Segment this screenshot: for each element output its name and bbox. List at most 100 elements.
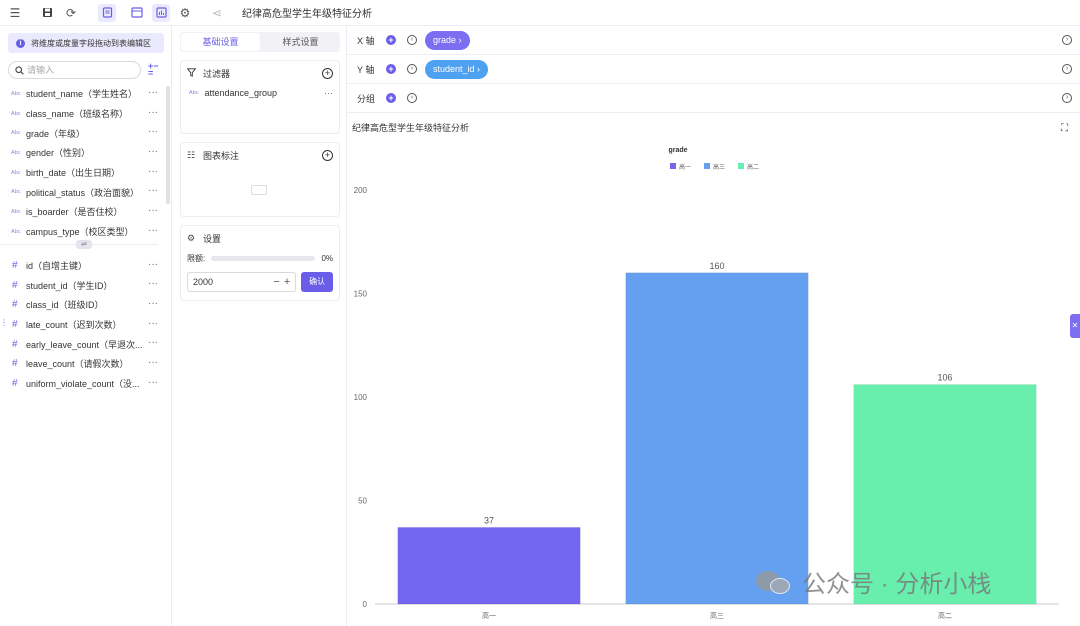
field-item[interactable]: Abc campus_type（校区类型） ··· xyxy=(0,222,166,242)
settings-title: 设置 xyxy=(203,234,222,244)
group-row: 分组 + ‹ › xyxy=(347,84,1080,113)
text-type-icon: Abc xyxy=(11,208,21,215)
chart-icon[interactable] xyxy=(152,3,170,22)
text-type-icon: Abc xyxy=(11,90,21,97)
more-icon[interactable]: ··· xyxy=(148,298,158,309)
field-search[interactable] xyxy=(8,61,141,79)
field-item[interactable]: # late_count（迟到次数） ··· xyxy=(0,315,166,335)
field-item[interactable]: # leave_count（请假次数） ··· xyxy=(0,354,166,374)
field-item[interactable]: Abc grade（年级） ··· xyxy=(0,123,166,143)
limit-number-input[interactable]: 2000 − + xyxy=(187,272,297,292)
legend-swatch xyxy=(738,163,744,169)
more-icon[interactable]: ··· xyxy=(148,259,158,270)
field-item[interactable]: # id（自增主键） ··· xyxy=(0,256,166,276)
more-icon[interactable]: ··· xyxy=(148,357,158,368)
field-label: id（自增主键） xyxy=(26,260,88,271)
collapse-left-icon[interactable]: ‹ xyxy=(407,35,417,45)
legend-swatch xyxy=(704,163,710,169)
more-icon[interactable]: ··· xyxy=(324,88,333,98)
field-item[interactable]: # class_id（班级ID） ··· xyxy=(0,295,166,315)
more-icon[interactable]: ··· xyxy=(148,146,158,157)
decrement-button[interactable]: − xyxy=(273,276,279,288)
resize-handle-icon[interactable]: ⋮ xyxy=(0,318,8,327)
data-label: 160 xyxy=(709,261,724,271)
limit-input-row: 2000 − + 确认 xyxy=(187,272,333,292)
field-label: early_leave_count（早退次... xyxy=(26,339,143,350)
settings-icon[interactable]: ⚙ xyxy=(176,4,194,22)
field-label: student_name（学生姓名） xyxy=(26,89,138,100)
swap-icon[interactable]: ⇌ xyxy=(76,239,92,249)
expand-right-icon[interactable]: › xyxy=(1062,64,1072,74)
number-type-icon: # xyxy=(12,279,18,291)
bar xyxy=(625,272,809,605)
text-type-icon: Abc xyxy=(11,149,21,156)
add-group-field-icon[interactable]: + xyxy=(386,93,396,103)
sort-icon[interactable]: +− = xyxy=(148,62,159,78)
tab-style-settings[interactable]: 样式设置 xyxy=(261,32,340,52)
more-icon[interactable]: ··· xyxy=(148,185,158,196)
data-label: 37 xyxy=(484,515,494,525)
field-scrollbar[interactable] xyxy=(166,86,170,204)
watermark-text: 公众号 · 分析小栈 xyxy=(802,571,992,598)
outdent-icon[interactable]: ☰ xyxy=(6,4,24,22)
add-filter-icon[interactable]: + xyxy=(322,68,333,79)
table-settings-icon[interactable] xyxy=(128,4,146,22)
more-icon[interactable]: ··· xyxy=(148,278,158,289)
more-icon[interactable]: ··· xyxy=(148,166,158,177)
save-icon[interactable] xyxy=(38,4,56,22)
collapse-left-icon[interactable]: ‹ xyxy=(407,93,417,103)
filter-item[interactable]: Abc attendance_group ··· xyxy=(189,88,333,98)
add-y-field-icon[interactable]: + xyxy=(386,64,396,74)
legend-label: 高二 xyxy=(747,163,759,171)
annotation-icon: ☷ xyxy=(187,150,196,160)
field-item[interactable]: # uniform_violate_count（没... ··· xyxy=(0,374,166,394)
add-x-field-icon[interactable]: + xyxy=(386,35,396,45)
fullscreen-icon[interactable]: ⛶ xyxy=(1061,123,1068,134)
empty-state-icon xyxy=(251,185,267,195)
search-input[interactable] xyxy=(27,65,127,75)
limit-label: 限额: xyxy=(187,254,206,263)
more-icon[interactable]: ··· xyxy=(148,205,158,216)
field-item[interactable]: Abc political_status（政治面貌） ··· xyxy=(0,182,166,202)
config-tabs: 基础设置 样式设置 xyxy=(180,32,340,52)
config-panel: 基础设置 样式设置 过滤器 + Abc attendance_group ···… xyxy=(172,26,347,626)
field-item[interactable]: # student_id（学生ID） ··· xyxy=(0,275,166,295)
y-axis-pill[interactable]: student_id › xyxy=(425,59,489,79)
refresh-icon[interactable]: ⟳ xyxy=(62,4,80,22)
x-axis-row: X 轴 + ‹ grade › › xyxy=(347,26,1080,55)
search-icon xyxy=(15,65,24,75)
number-type-icon: # xyxy=(12,299,18,311)
increment-button[interactable]: + xyxy=(284,276,290,288)
more-icon[interactable]: ··· xyxy=(148,107,158,118)
number-type-icon: # xyxy=(12,377,18,389)
section-divider[interactable]: ⇌ xyxy=(0,239,158,254)
x-axis-pill[interactable]: grade › xyxy=(425,30,470,50)
field-label: birth_date（出生日期） xyxy=(26,168,121,179)
field-item[interactable]: # early_leave_count（早退次... ··· xyxy=(0,334,166,354)
field-item[interactable]: Abc is_boarder（是否住校） ··· xyxy=(0,202,166,222)
expand-right-icon[interactable]: › xyxy=(1062,35,1072,45)
filter-icon xyxy=(186,68,197,79)
more-icon[interactable]: ··· xyxy=(148,337,158,348)
more-icon[interactable]: ··· xyxy=(148,87,158,98)
field-item[interactable]: Abc birth_date（出生日期） ··· xyxy=(0,163,166,183)
document-icon[interactable] xyxy=(98,3,116,22)
field-item[interactable]: Abc class_name（班级名称） ··· xyxy=(0,104,166,124)
more-icon[interactable]: ··· xyxy=(148,377,158,388)
confirm-button[interactable]: 确认 xyxy=(301,272,333,292)
close-side-panel-icon[interactable]: ✕ xyxy=(1070,314,1080,338)
more-icon[interactable]: ··· xyxy=(148,126,158,137)
y-tick-label: 200 xyxy=(354,186,368,195)
y-axis-label: Y 轴 xyxy=(357,64,375,75)
expand-right-icon[interactable]: › xyxy=(1062,93,1072,103)
more-icon[interactable]: ··· xyxy=(148,225,158,236)
more-icon[interactable]: ··· xyxy=(148,318,158,329)
share-icon[interactable]: ⋖ xyxy=(208,4,226,22)
limit-value[interactable]: 2000 xyxy=(193,277,269,287)
tab-basic-settings[interactable]: 基础设置 xyxy=(181,33,260,51)
field-label: student_id（学生ID） xyxy=(26,280,113,291)
add-annotation-icon[interactable]: + xyxy=(322,150,333,161)
field-item[interactable]: Abc gender（性别） ··· xyxy=(0,143,166,163)
field-item[interactable]: Abc student_name（学生姓名） ··· xyxy=(0,84,166,104)
collapse-left-icon[interactable]: ‹ xyxy=(407,64,417,74)
